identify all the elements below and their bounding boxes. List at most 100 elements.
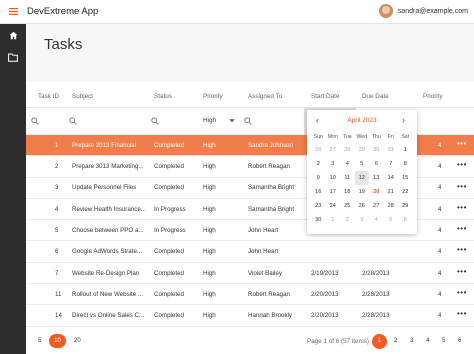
calendar-day[interactable]: 30	[369, 143, 384, 157]
calendar-day[interactable]: 5	[384, 213, 399, 227]
cell-priority: High	[203, 312, 216, 320]
calendar-day[interactable]: 22	[398, 185, 413, 199]
calendar-day[interactable]: 27	[326, 143, 341, 157]
priority-filter-value[interactable]: High	[203, 117, 216, 124]
table-row[interactable]: 11 Rollout of New Website ... Completed Hig…	[26, 284, 474, 306]
more-icon[interactable]: •••	[457, 288, 467, 297]
calendar-day[interactable]: 1	[326, 213, 341, 227]
calendar-day[interactable]: 26	[311, 143, 326, 157]
calendar-day[interactable]: 3	[326, 157, 341, 171]
search-icon[interactable]	[69, 117, 77, 125]
calendar-day[interactable]: 15	[398, 171, 413, 185]
calendar-caption[interactable]: April 2023	[307, 117, 417, 124]
calendar-day[interactable]: 2	[311, 157, 326, 171]
cell-subject: Prepare 3013 Marketing...	[72, 163, 144, 171]
sidebar-item-folder[interactable]	[0, 46, 26, 68]
calendar-day[interactable]: 5	[355, 157, 370, 171]
search-icon[interactable]	[31, 117, 39, 125]
more-icon[interactable]: •••	[457, 203, 467, 212]
cell-start-date: 2/20/2013	[311, 290, 339, 298]
column-header-priority-2[interactable]: Priority	[423, 93, 443, 100]
calendar-week: 23 24 25 26 27 28 29	[307, 199, 417, 213]
user-panel[interactable]: sandra@example.com	[378, 4, 468, 18]
cell-priority: High	[203, 205, 216, 213]
calendar-day[interactable]: 21	[384, 185, 399, 199]
calendar-weekday: Tue	[342, 134, 352, 140]
calendar-day[interactable]: 19	[355, 185, 370, 199]
cell-priority-2: 4	[438, 290, 442, 298]
calendar-day[interactable]: 13	[369, 171, 384, 185]
column-header-task-id[interactable]: Task ID	[38, 93, 59, 100]
calendar-day[interactable]: 31	[384, 143, 399, 157]
cell-subject: Rollout of New Website ...	[72, 290, 144, 298]
calendar-day[interactable]: 1	[398, 143, 413, 157]
cell-task-id: 6	[55, 248, 59, 256]
cell-priority: High	[203, 163, 216, 171]
page-size-20[interactable]: 20	[74, 338, 81, 344]
table-row[interactable]: 14 Direct vs Online Sales C... Completed Hi…	[26, 305, 474, 327]
table-row[interactable]: 6 Google AdWords Strate... Completed High Jo…	[26, 241, 474, 263]
calendar-day[interactable]: 14	[384, 171, 399, 185]
more-icon[interactable]: •••	[457, 139, 467, 148]
calendar-day[interactable]: 10	[326, 171, 341, 185]
search-icon[interactable]	[151, 117, 159, 125]
column-header-status[interactable]: Status	[154, 93, 172, 100]
column-header-assigned-to[interactable]: Assigned To	[248, 93, 282, 100]
more-icon[interactable]: •••	[457, 309, 467, 318]
cell-priority: High	[203, 141, 216, 149]
page-5[interactable]: 5	[442, 338, 445, 344]
calendar-day[interactable]: 23	[311, 199, 326, 213]
search-icon[interactable]	[244, 117, 252, 125]
calendar-day[interactable]: 30	[311, 213, 326, 227]
calendar-day[interactable]: 28	[384, 199, 399, 213]
cell-subject: Update Personnel Files	[72, 184, 137, 192]
calendar-day[interactable]: 3	[355, 213, 370, 227]
calendar-day[interactable]: 6	[369, 157, 384, 171]
page-3[interactable]: 3	[410, 338, 413, 344]
calendar-day[interactable]: 28	[340, 143, 355, 157]
calendar-day[interactable]: 8	[398, 157, 413, 171]
page-6[interactable]: 6	[458, 338, 461, 344]
calendar-day[interactable]: 29	[398, 199, 413, 213]
calendar-day[interactable]: 29	[355, 143, 370, 157]
calendar-day[interactable]: 4	[369, 213, 384, 227]
more-icon[interactable]: •••	[457, 224, 467, 233]
calendar-day[interactable]: 17	[326, 185, 341, 199]
menu-icon[interactable]	[0, 0, 26, 24]
page-2[interactable]: 2	[394, 338, 397, 344]
date-picker-popup: ‹ April 2023 › Sun Mon Tue Wed Thu Fri Sat 26 2…	[307, 110, 417, 234]
more-icon[interactable]: •••	[457, 245, 467, 254]
sidebar-item-home[interactable]	[0, 24, 26, 46]
calendar-day[interactable]: 6	[398, 213, 413, 227]
calendar-day[interactable]: 26	[355, 199, 370, 213]
calendar-day[interactable]: 4	[340, 157, 355, 171]
table-row[interactable]: 7 Website Re-Design Plan Completed High Viol…	[26, 262, 474, 285]
page-size-10[interactable]: 10	[49, 334, 66, 348]
chevron-down-icon[interactable]	[229, 119, 235, 123]
calendar-day[interactable]: 2	[340, 213, 355, 227]
cell-task-id: 11	[55, 290, 62, 298]
cell-assigned-to: Samantha Bright	[248, 205, 295, 213]
page-size-5[interactable]: 5	[38, 338, 41, 344]
more-icon[interactable]: •••	[457, 160, 467, 169]
column-header-due-date[interactable]: Due Date	[362, 93, 389, 100]
calendar-day[interactable]: 12	[354, 171, 369, 185]
calendar-next-button[interactable]: ›	[402, 115, 405, 125]
calendar-day[interactable]: 18	[340, 185, 355, 199]
calendar-day[interactable]: 27	[369, 199, 384, 213]
calendar-day[interactable]: 24	[326, 199, 341, 213]
calendar-day[interactable]: 7	[384, 157, 399, 171]
column-header-subject[interactable]: Subject	[72, 93, 93, 100]
column-header-start-date[interactable]: Start Date	[311, 93, 339, 100]
page-1[interactable]: 1	[372, 334, 387, 349]
column-header-priority[interactable]: Priority	[203, 93, 223, 100]
more-icon[interactable]: •••	[457, 182, 467, 191]
calendar-day[interactable]: 25	[340, 199, 355, 213]
calendar-day[interactable]: 20	[369, 185, 384, 199]
avatar[interactable]	[378, 4, 393, 18]
calendar-day[interactable]: 11	[340, 171, 355, 185]
more-icon[interactable]: •••	[457, 267, 467, 276]
calendar-day[interactable]: 16	[311, 185, 326, 199]
calendar-day[interactable]: 9	[311, 171, 326, 185]
page-4[interactable]: 4	[426, 338, 429, 344]
